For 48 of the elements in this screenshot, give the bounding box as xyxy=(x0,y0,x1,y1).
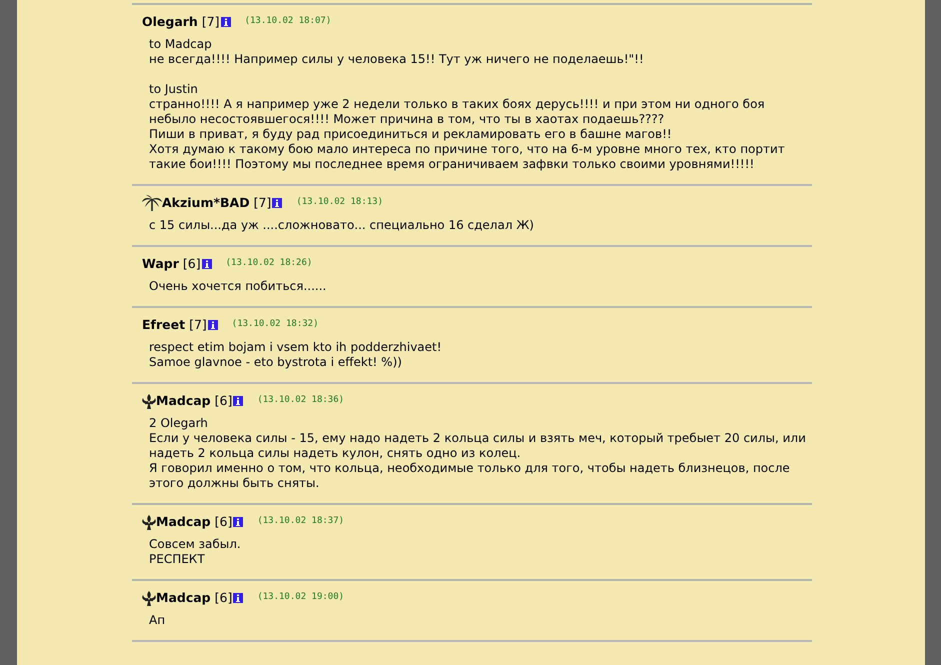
fleur-de-lis-icon xyxy=(142,394,156,408)
post-time: (13.10.02 18:36) xyxy=(257,394,344,408)
info-icon[interactable] xyxy=(233,517,244,527)
post-text: Хотя думаю к такому бою мало интереса по причине того, что на 6-м уровне много тех, кто портит такие бои!!!! Поэтому мы последнее время ограничиваем зафвки только своими уровнями!!!!! xyxy=(149,142,786,172)
post-time: (13.10.02 18:37) xyxy=(257,515,344,528)
info-icon[interactable] xyxy=(233,593,244,603)
palm-tree-icon xyxy=(142,195,162,211)
post-text: с 15 силы...да уж ....сложновато... специально 16 сделал Ж) xyxy=(149,218,535,233)
post-text: Если у человека силы - 15, ему надо надеть 2 кольца силы и взять меч, который требыет 20 силы, или надеть 2 кольца силы надеть кулон, снять одно из колец. xyxy=(149,431,807,461)
post-time: (13.10.02 19:00) xyxy=(257,591,344,604)
info-icon[interactable] xyxy=(208,320,218,330)
post-text: to Justin xyxy=(149,82,199,97)
author-name: Efreet xyxy=(142,316,186,334)
author-name: Akzium*BAD xyxy=(162,194,250,212)
info-icon[interactable] xyxy=(202,259,212,269)
user-level: [6] xyxy=(214,512,232,531)
author-name: Olegarh xyxy=(142,12,198,31)
post-time: (13.10.02 18:07) xyxy=(244,15,332,28)
post-text: Очень хочется побиться...... xyxy=(149,279,328,294)
post-text: Совсем забыл. xyxy=(149,537,242,552)
fleur-de-lis-icon xyxy=(142,590,156,606)
post-text: Ап xyxy=(149,613,166,628)
user-level: [6] xyxy=(214,392,232,410)
post-time: (13.10.02 18:26) xyxy=(226,257,312,270)
fleur-de-lis-icon xyxy=(142,514,156,530)
post-text: не всегда!!!! Например силы у человека 15!! Тут уж ничего не поделаешь!"!! xyxy=(149,52,645,67)
user-level: [6] xyxy=(182,254,201,273)
post-text: РЕСПЕКТ xyxy=(149,552,206,567)
info-icon[interactable] xyxy=(233,396,244,406)
post-text: странно!!!! А я например уже 2 недели только в таких боях дерусь!!!! и при этом ни одного боя небыло несостоявшегося!!!! Может причина в том, что ты в хаотах подаешь???? xyxy=(149,97,766,127)
author-name: Madcap xyxy=(156,512,211,531)
post-time: (13.10.02 18:32) xyxy=(232,318,318,332)
user-level: [7] xyxy=(189,316,207,334)
author-name: Madcap xyxy=(156,588,211,607)
user-level: [7] xyxy=(254,194,272,212)
post-text: Пиши в приват, я буду рад присоединиться и рекламировать его в башне магов!! xyxy=(149,127,673,142)
post-text: respect etim bojam i vsem kto ih podderzhivaet! xyxy=(149,340,443,355)
post-text: Samoe glavnoe - eto bystrota i effekt! %)) xyxy=(149,355,403,370)
post-text: Я говорил именно о том, что кольца, необходимые только для того, чтобы надеть близнецов, после этого должны быть сняты. xyxy=(149,461,791,491)
info-icon[interactable] xyxy=(272,198,282,208)
post-text: 2 Olegarh xyxy=(149,416,209,431)
author-name: Madcap xyxy=(156,392,211,410)
post-time: (13.10.02 18:13) xyxy=(296,196,384,210)
info-icon[interactable] xyxy=(220,17,231,27)
author-name: Wapr xyxy=(142,254,179,273)
post-text: to Madcap xyxy=(149,37,213,52)
user-level: [7] xyxy=(202,12,220,31)
user-level: [6] xyxy=(214,588,232,607)
